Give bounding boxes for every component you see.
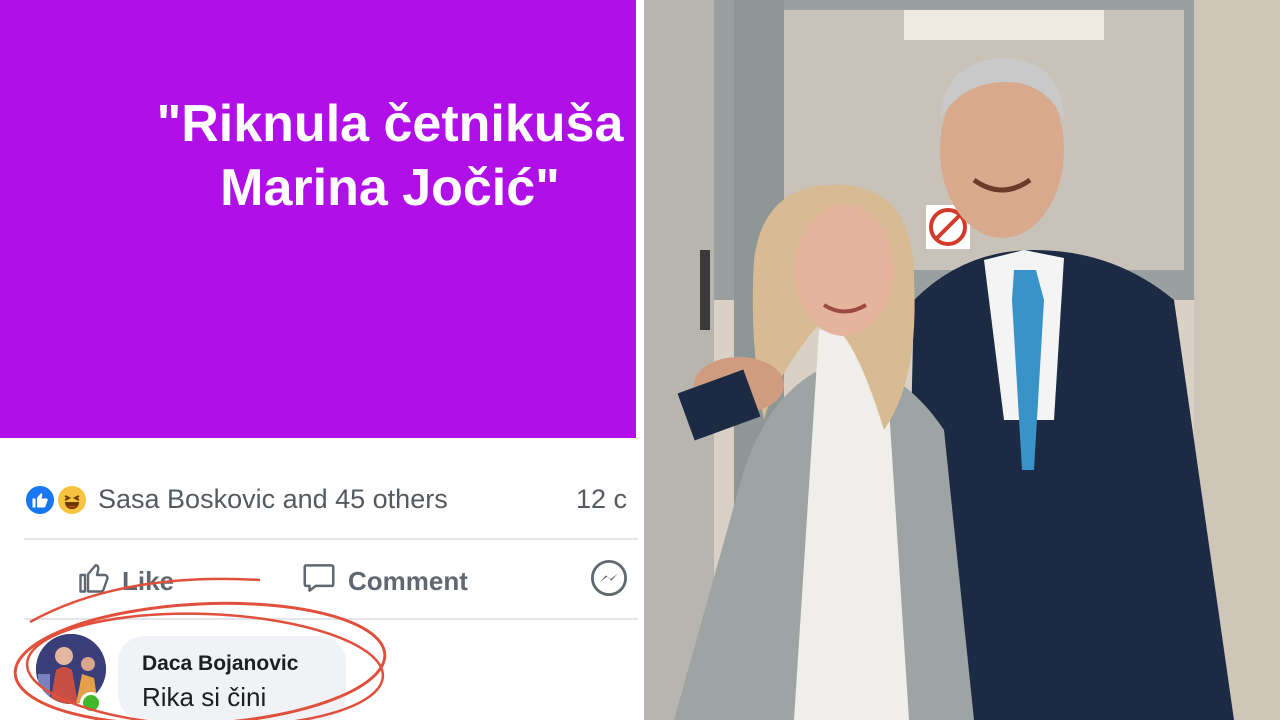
like-button[interactable]: Like (76, 556, 174, 606)
comment-author[interactable]: Daca Bojanovic (142, 652, 298, 676)
like-icon (24, 484, 56, 516)
post-background: "Riknula četnikuša Marina Jočić" (0, 0, 636, 438)
comment-item: Daca Bojanovic Rika si čini (30, 630, 638, 720)
divider (24, 618, 638, 620)
online-status-indicator (80, 692, 102, 714)
facebook-post-screenshot: "Riknula četnikuša Marina Jočić" Sasa Bo… (0, 0, 638, 720)
reactors-text[interactable]: Sasa Boskovic and 45 others (98, 484, 448, 515)
reactions-summary[interactable]: Sasa Boskovic and 45 others 12 c (24, 482, 638, 518)
photo-illustration (644, 0, 1280, 720)
photo-two-people (644, 0, 1280, 720)
post-actions: Like Comment (0, 556, 638, 606)
post-text-line-2: Marina Jočić" (220, 159, 560, 217)
comment-bubble[interactable]: Daca Bojanovic Rika si čini (118, 636, 346, 720)
comment-label: Comment (348, 565, 468, 596)
thumbs-up-icon (76, 560, 112, 603)
like-label: Like (122, 565, 175, 596)
messenger-icon (588, 557, 630, 606)
comment-button[interactable]: Comment (300, 556, 468, 606)
haha-icon (56, 484, 88, 516)
send-messenger-button[interactable] (588, 556, 630, 606)
comment-icon (300, 559, 338, 604)
post-text-line-1: "Riknula četnikuša (156, 95, 624, 153)
comment-text: Rika si čini (142, 682, 267, 712)
comments-count[interactable]: 12 c (576, 484, 627, 515)
post-text: "Riknula četnikuša Marina Jočić" (0, 92, 636, 220)
divider (24, 538, 638, 540)
